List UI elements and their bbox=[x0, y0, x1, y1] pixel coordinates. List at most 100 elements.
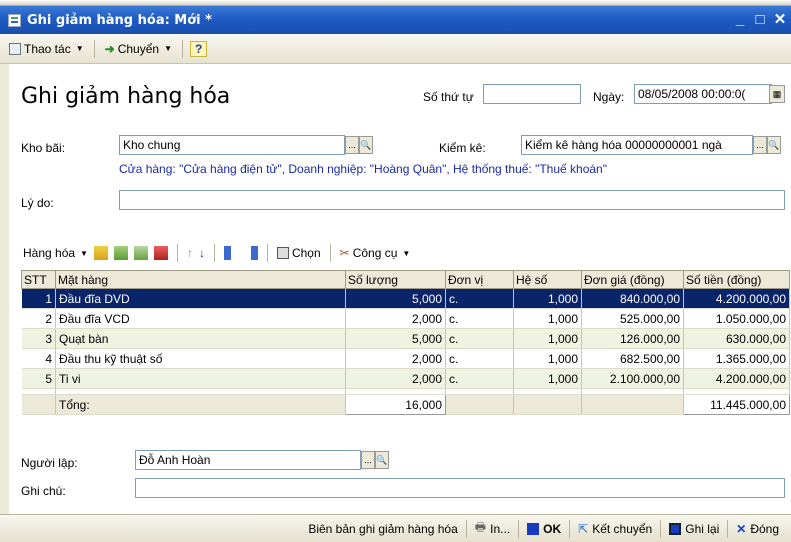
chevron-down-icon: ▼ bbox=[402, 248, 411, 258]
window-icon bbox=[8, 13, 21, 27]
total-label: Tổng: bbox=[55, 394, 346, 415]
table-row[interactable]: 4 Đầu thu kỹ thuật số 2,000 c. 1,000 682… bbox=[21, 348, 790, 369]
add-row-icon[interactable] bbox=[113, 246, 128, 260]
cell-item: Đầu đĩa DVD bbox=[55, 288, 346, 309]
left-edge bbox=[0, 64, 9, 514]
kho-bai-input[interactable]: Kho chung bbox=[119, 135, 345, 155]
cell-amount: 4.200.000,00 bbox=[683, 288, 790, 309]
ly-do-input[interactable] bbox=[119, 190, 785, 210]
search-icon[interactable]: 🔍 bbox=[359, 136, 373, 154]
insert-row-icon[interactable] bbox=[93, 246, 108, 260]
kho-bai-label: Kho bãi: bbox=[21, 141, 66, 155]
table-row[interactable]: 1 Đầu đĩa DVD 5,000 c. 1,000 840.000,00 … bbox=[21, 288, 790, 309]
cell-amount: 1.365.000,00 bbox=[683, 348, 790, 369]
chuyen-menu[interactable]: ➜ Chuyển ▼ bbox=[102, 40, 175, 58]
table-row[interactable]: 5 Ti vi 2,000 c. 1,000 2.100.000,00 4.20… bbox=[21, 368, 790, 389]
chevron-down-icon: ▼ bbox=[80, 248, 88, 258]
column-header-don-vi[interactable]: Đơn vị bbox=[445, 270, 514, 289]
items-table: STT Mặt hàng Số lượng Đơn vị Hệ số Đơn g… bbox=[21, 270, 790, 415]
ket-chuyen-button[interactable]: ⇱ Kết chuyển bbox=[572, 520, 658, 538]
transfer-icon: ⇱ bbox=[578, 521, 589, 536]
nguoi-lap-input[interactable]: Đỗ Anh Hoàn bbox=[135, 450, 361, 470]
transfer-icon: ➜ bbox=[104, 41, 115, 56]
ghi-chu-input[interactable] bbox=[135, 478, 785, 498]
ket-chuyen-label: Kết chuyển bbox=[592, 521, 653, 536]
chevron-down-icon: ▼ bbox=[164, 44, 172, 53]
column-header-so-luong[interactable]: Số lượng bbox=[345, 270, 446, 289]
cell-item: Quạt bàn bbox=[55, 328, 346, 349]
table-row[interactable]: 2 Đầu đĩa VCD 2,000 c. 1,000 525.000,00 … bbox=[21, 308, 790, 329]
cell-factor: 1,000 bbox=[513, 348, 582, 369]
ghi-lai-button[interactable]: Ghi lại bbox=[663, 520, 725, 538]
column-header-so-tien[interactable]: Số tiền (đồng) bbox=[683, 270, 790, 289]
ellipsis-button[interactable]: ... bbox=[345, 136, 359, 154]
sort-descending-icon[interactable] bbox=[243, 246, 258, 260]
toolbar-separator bbox=[213, 244, 215, 262]
cell-price: 840.000,00 bbox=[581, 288, 684, 309]
cell-factor: 1,000 bbox=[513, 328, 582, 349]
grid-toolbar: Hàng hóa ▼ ↑ ↓ Chọn ✂ Công cụ ▼ bbox=[23, 240, 410, 266]
form-icon bbox=[9, 42, 21, 55]
kiem-ke-input[interactable]: Kiểm kê hàng hóa 00000000001 ngà bbox=[521, 135, 753, 155]
cong-cu-menu[interactable]: ✂ Công cụ ▼ bbox=[340, 246, 411, 260]
dong-button[interactable]: ✕ Đóng bbox=[730, 520, 785, 538]
form-body: Ghi giảm hàng hóa Số thứ tự Ngày: 08/05/… bbox=[9, 64, 791, 514]
cell-amount: 1.050.000,00 bbox=[683, 308, 790, 329]
select-icon bbox=[276, 247, 289, 259]
ghi-chu-label: Ghi chú: bbox=[21, 484, 66, 498]
total-qty: 16,000 bbox=[345, 394, 446, 415]
toolbar-separator bbox=[569, 519, 571, 538]
search-icon[interactable]: 🔍 bbox=[375, 451, 389, 469]
cell-factor: 1,000 bbox=[513, 368, 582, 389]
kiem-ke-label: Kiểm kê: bbox=[439, 141, 486, 155]
minimize-button[interactable]: _ bbox=[731, 11, 749, 29]
sort-ascending-icon[interactable] bbox=[223, 246, 238, 260]
table-row[interactable]: 3 Quạt bàn 5,000 c. 1,000 126.000,00 630… bbox=[21, 328, 790, 349]
arrow-down-icon[interactable]: ↓ bbox=[199, 246, 205, 260]
tools-icon: ✂ bbox=[339, 246, 350, 260]
cell-qty: 2,000 bbox=[345, 368, 446, 389]
print-button[interactable]: 🖶 In... bbox=[469, 516, 516, 541]
cell-price: 126.000,00 bbox=[581, 328, 684, 349]
ok-button[interactable]: OK bbox=[521, 520, 567, 538]
cell-stt: 1 bbox=[21, 288, 56, 309]
column-header-don-gia[interactable]: Đơn giá (đồng) bbox=[581, 270, 684, 289]
cell-unit: c. bbox=[445, 328, 514, 349]
chuyen-label: Chuyển bbox=[117, 41, 160, 56]
cell-item: Ti vi bbox=[55, 368, 346, 389]
search-icon[interactable]: 🔍 bbox=[767, 136, 781, 154]
maximize-button[interactable]: □ bbox=[751, 11, 769, 29]
toolbar-separator bbox=[727, 519, 729, 538]
chon-button[interactable]: Chọn bbox=[276, 246, 321, 260]
so-thu-tu-input[interactable] bbox=[483, 84, 581, 104]
close-button[interactable]: ✕ bbox=[771, 11, 789, 29]
cell-stt: 3 bbox=[21, 328, 56, 349]
cong-cu-label: Công cụ bbox=[352, 246, 398, 260]
ellipsis-button[interactable]: ... bbox=[753, 136, 767, 154]
toolbar-separator bbox=[329, 244, 331, 262]
nguoi-lap-label: Người lập: bbox=[21, 456, 78, 470]
cell-price: 2.100.000,00 bbox=[581, 368, 684, 389]
column-header-he-so[interactable]: Hệ số bbox=[513, 270, 582, 289]
copy-row-icon[interactable] bbox=[133, 246, 148, 260]
thao-tac-menu[interactable]: Thao tác ▼ bbox=[6, 40, 87, 58]
cell-factor: 1,000 bbox=[513, 308, 582, 329]
report-button[interactable]: Biên bản ghi giảm hàng hóa bbox=[302, 520, 463, 538]
column-header-stt[interactable]: STT bbox=[21, 270, 56, 289]
date-input[interactable]: 08/05/2008 00:00:0( bbox=[634, 84, 772, 104]
ok-label: OK bbox=[543, 521, 562, 536]
calendar-icon[interactable]: ▦ bbox=[769, 85, 785, 103]
toolbar-separator bbox=[660, 519, 662, 538]
cell-unit: c. bbox=[445, 368, 514, 389]
arrow-up-icon[interactable]: ↑ bbox=[187, 246, 193, 260]
cell-qty: 5,000 bbox=[345, 328, 446, 349]
delete-row-icon[interactable] bbox=[153, 246, 168, 260]
column-header-mat-hang[interactable]: Mặt hàng bbox=[55, 270, 346, 289]
toolbar-separator bbox=[176, 244, 178, 262]
ellipsis-button[interactable]: ... bbox=[361, 451, 375, 469]
title-bar: Ghi giảm hàng hóa: Mới * _ □ ✕ bbox=[0, 6, 791, 34]
hang-hoa-menu[interactable]: Hàng hóa ▼ bbox=[23, 246, 88, 260]
cell-price: 525.000,00 bbox=[581, 308, 684, 329]
window-title: Ghi giảm hàng hóa: Mới * bbox=[27, 12, 212, 28]
help-button[interactable]: ? bbox=[189, 40, 208, 57]
